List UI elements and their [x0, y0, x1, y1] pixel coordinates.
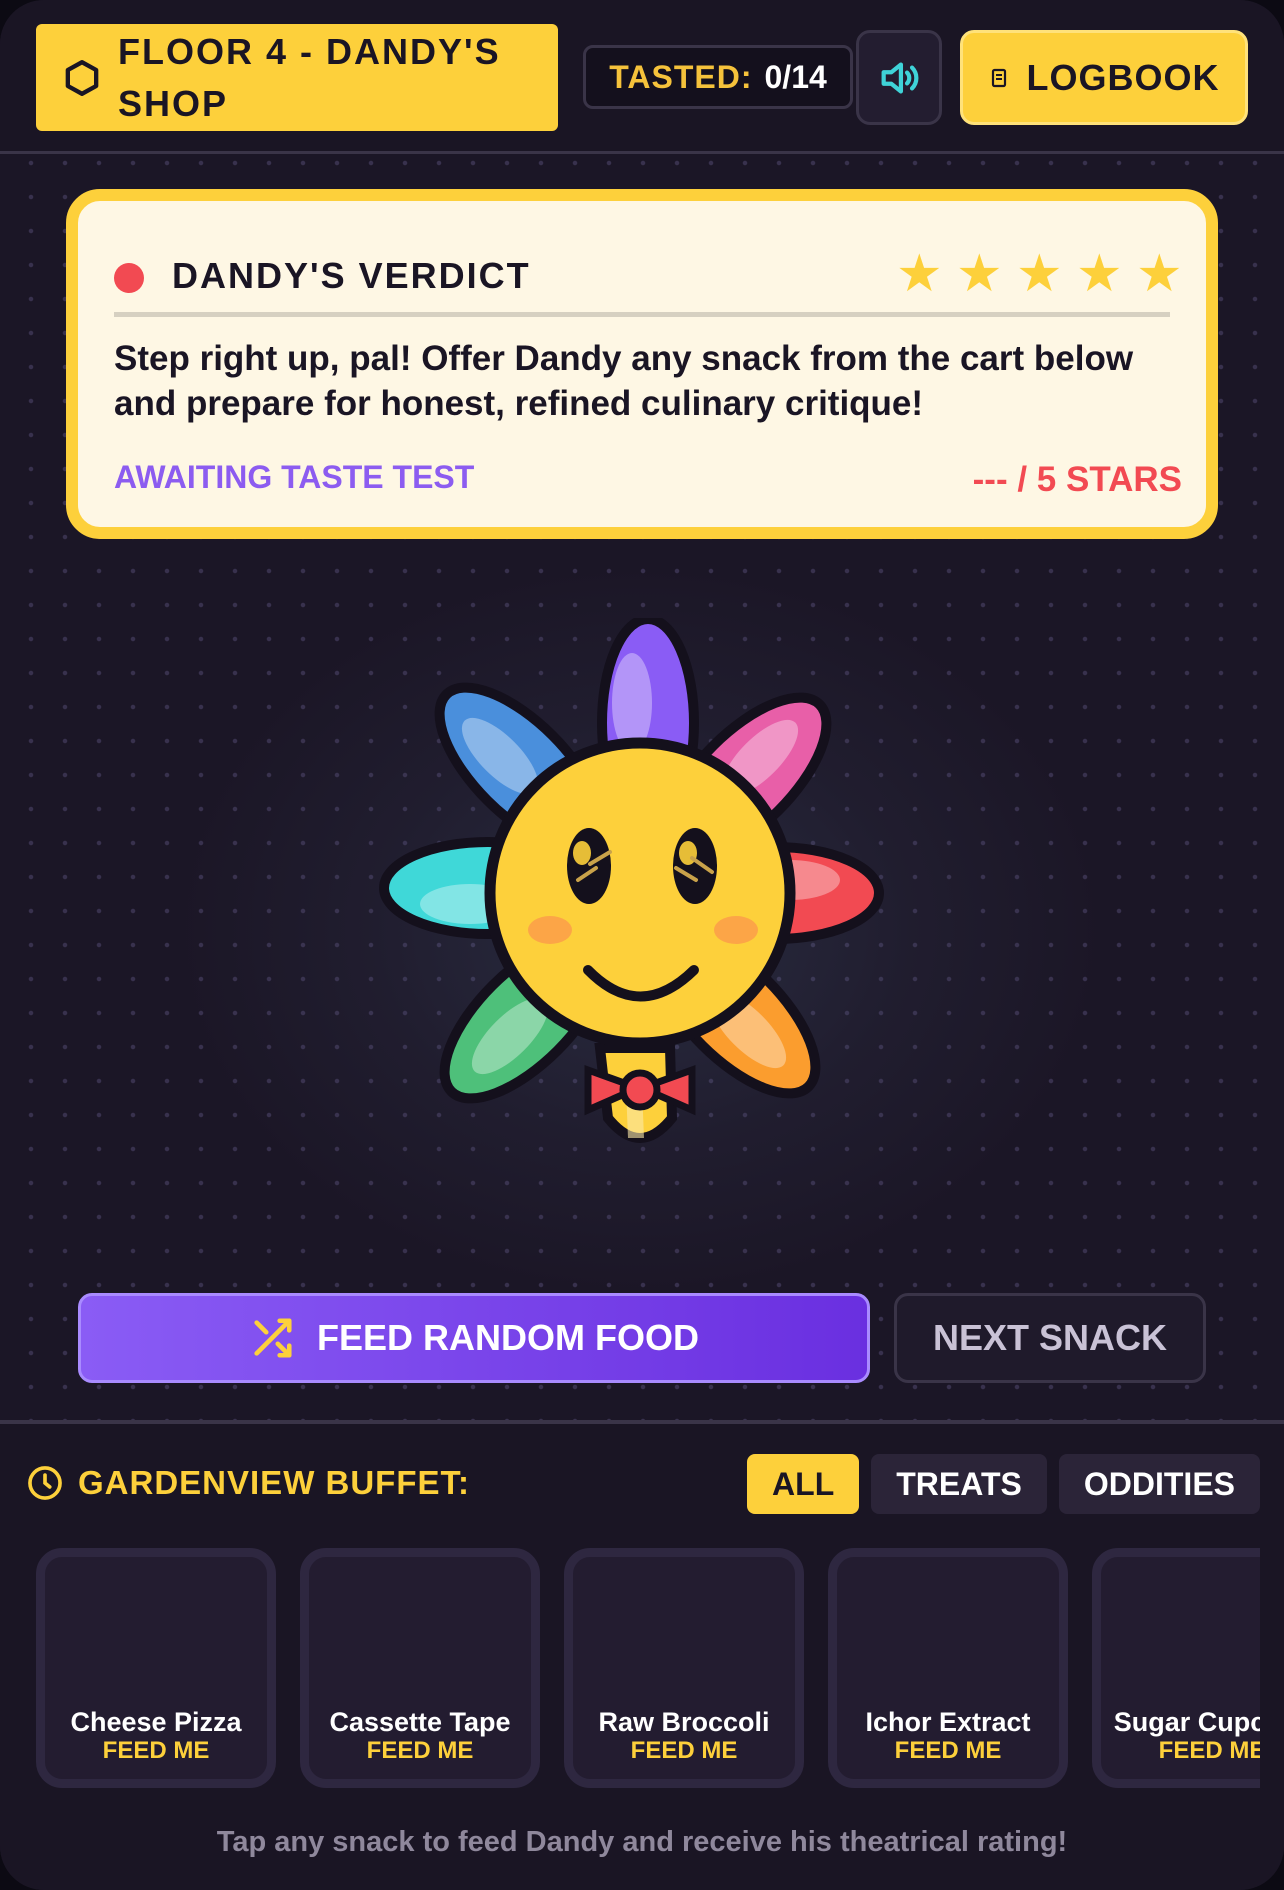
- buffet-hint: Tap any snack to feed Dandy and receive …: [216, 1826, 1068, 1858]
- speaker-icon: [881, 61, 919, 94]
- logbook-label: LOGBOOK: [1026, 56, 1220, 98]
- filter-treats[interactable]: TREATS: [871, 1454, 1047, 1514]
- snack-card[interactable]: Cheese Pizza FEED ME: [36, 1548, 276, 1788]
- top-bar: FLOOR 4 - DANDY'S SHOP TASTED: 0/14 LOGB…: [0, 0, 1284, 154]
- star-icon: ★: [1136, 244, 1183, 304]
- star-icon: ★: [1016, 244, 1063, 304]
- snack-card[interactable]: Ichor Extract FEED ME: [828, 1548, 1068, 1788]
- buffet-header: GARDENVIEW BUFFET:: [26, 1464, 470, 1502]
- snack-card[interactable]: Raw Broccoli FEED ME: [564, 1548, 804, 1788]
- snack-name: Ichor Extract: [865, 1707, 1031, 1737]
- tasted-value: 0/14: [764, 58, 827, 95]
- hexagon-icon: [65, 59, 99, 96]
- feed-me-label: FEED ME: [630, 1737, 738, 1764]
- filter-oddities-label: ODDITIES: [1083, 1465, 1235, 1502]
- star-icon: ★: [896, 244, 943, 304]
- filter-all-label: ALL: [772, 1465, 835, 1502]
- divider: [114, 312, 1170, 317]
- tasted-counter: TASTED: 0/14: [583, 45, 853, 109]
- filter-all[interactable]: ALL: [747, 1454, 860, 1514]
- feed-random-button[interactable]: FEED RANDOM FOOD: [78, 1293, 870, 1383]
- snack-name: Cassette Tape: [329, 1707, 511, 1737]
- sound-toggle-button[interactable]: [856, 30, 942, 125]
- verdict-card: DANDY'S VERDICT ★ ★ ★ ★ ★ Step right up,…: [66, 189, 1218, 539]
- verdict-score: --- / 5 STARS: [972, 460, 1182, 499]
- logbook-button[interactable]: LOGBOOK: [960, 30, 1248, 125]
- feed-random-label: FEED RANDOM FOOD: [317, 1317, 699, 1358]
- app-frame: FLOOR 4 - DANDY'S SHOP TASTED: 0/14 LOGB…: [0, 0, 1284, 1890]
- snack-name: Sugar Cupcake: [1113, 1707, 1260, 1737]
- snack-card[interactable]: Sugar Cupcake FEED ME: [1092, 1548, 1260, 1788]
- rating-stars: ★ ★ ★ ★ ★: [896, 241, 1183, 307]
- verdict-message: Step right up, pal! Offer Dandy any snac…: [114, 339, 1134, 423]
- buffet-panel: GARDENVIEW BUFFET: ALL TREATS ODDITIES C…: [0, 1420, 1284, 1890]
- next-snack-label: NEXT SNACK: [932, 1317, 1168, 1358]
- floor-label: FLOOR 4 - DANDY'S SHOP: [118, 30, 501, 124]
- feed-me-label: FEED ME: [1158, 1737, 1260, 1764]
- star-icon: ★: [956, 244, 1003, 304]
- dandy-character[interactable]: [370, 618, 910, 1178]
- book-icon: [991, 68, 1006, 87]
- clock-icon: [28, 1466, 62, 1500]
- verdict-status: AWAITING TASTE TEST: [114, 459, 475, 495]
- filter-treats-label: TREATS: [896, 1465, 1022, 1502]
- snack-cart: Cheese Pizza FEED ME Cassette Tape FEED …: [36, 1548, 1260, 1794]
- next-snack-button[interactable]: NEXT SNACK: [894, 1293, 1206, 1383]
- floor-badge: FLOOR 4 - DANDY'S SHOP: [36, 24, 558, 131]
- snack-name: Cheese Pizza: [70, 1707, 242, 1737]
- feed-me-label: FEED ME: [366, 1737, 474, 1764]
- verdict-title: DANDY'S VERDICT: [172, 255, 531, 296]
- status-dot: [114, 263, 144, 293]
- feed-me-label: FEED ME: [894, 1737, 1002, 1764]
- star-icon: ★: [1076, 244, 1123, 304]
- buffet-title: GARDENVIEW BUFFET:: [78, 1464, 470, 1501]
- snack-name: Raw Broccoli: [598, 1707, 770, 1737]
- tasted-label: TASTED:: [609, 58, 753, 95]
- filter-tabs: ALL TREATS ODDITIES: [747, 1454, 1260, 1514]
- filter-oddities[interactable]: ODDITIES: [1058, 1454, 1260, 1514]
- snack-card[interactable]: Cassette Tape FEED ME: [300, 1548, 540, 1788]
- feed-me-label: FEED ME: [102, 1737, 210, 1764]
- shuffle-icon: [254, 1318, 292, 1358]
